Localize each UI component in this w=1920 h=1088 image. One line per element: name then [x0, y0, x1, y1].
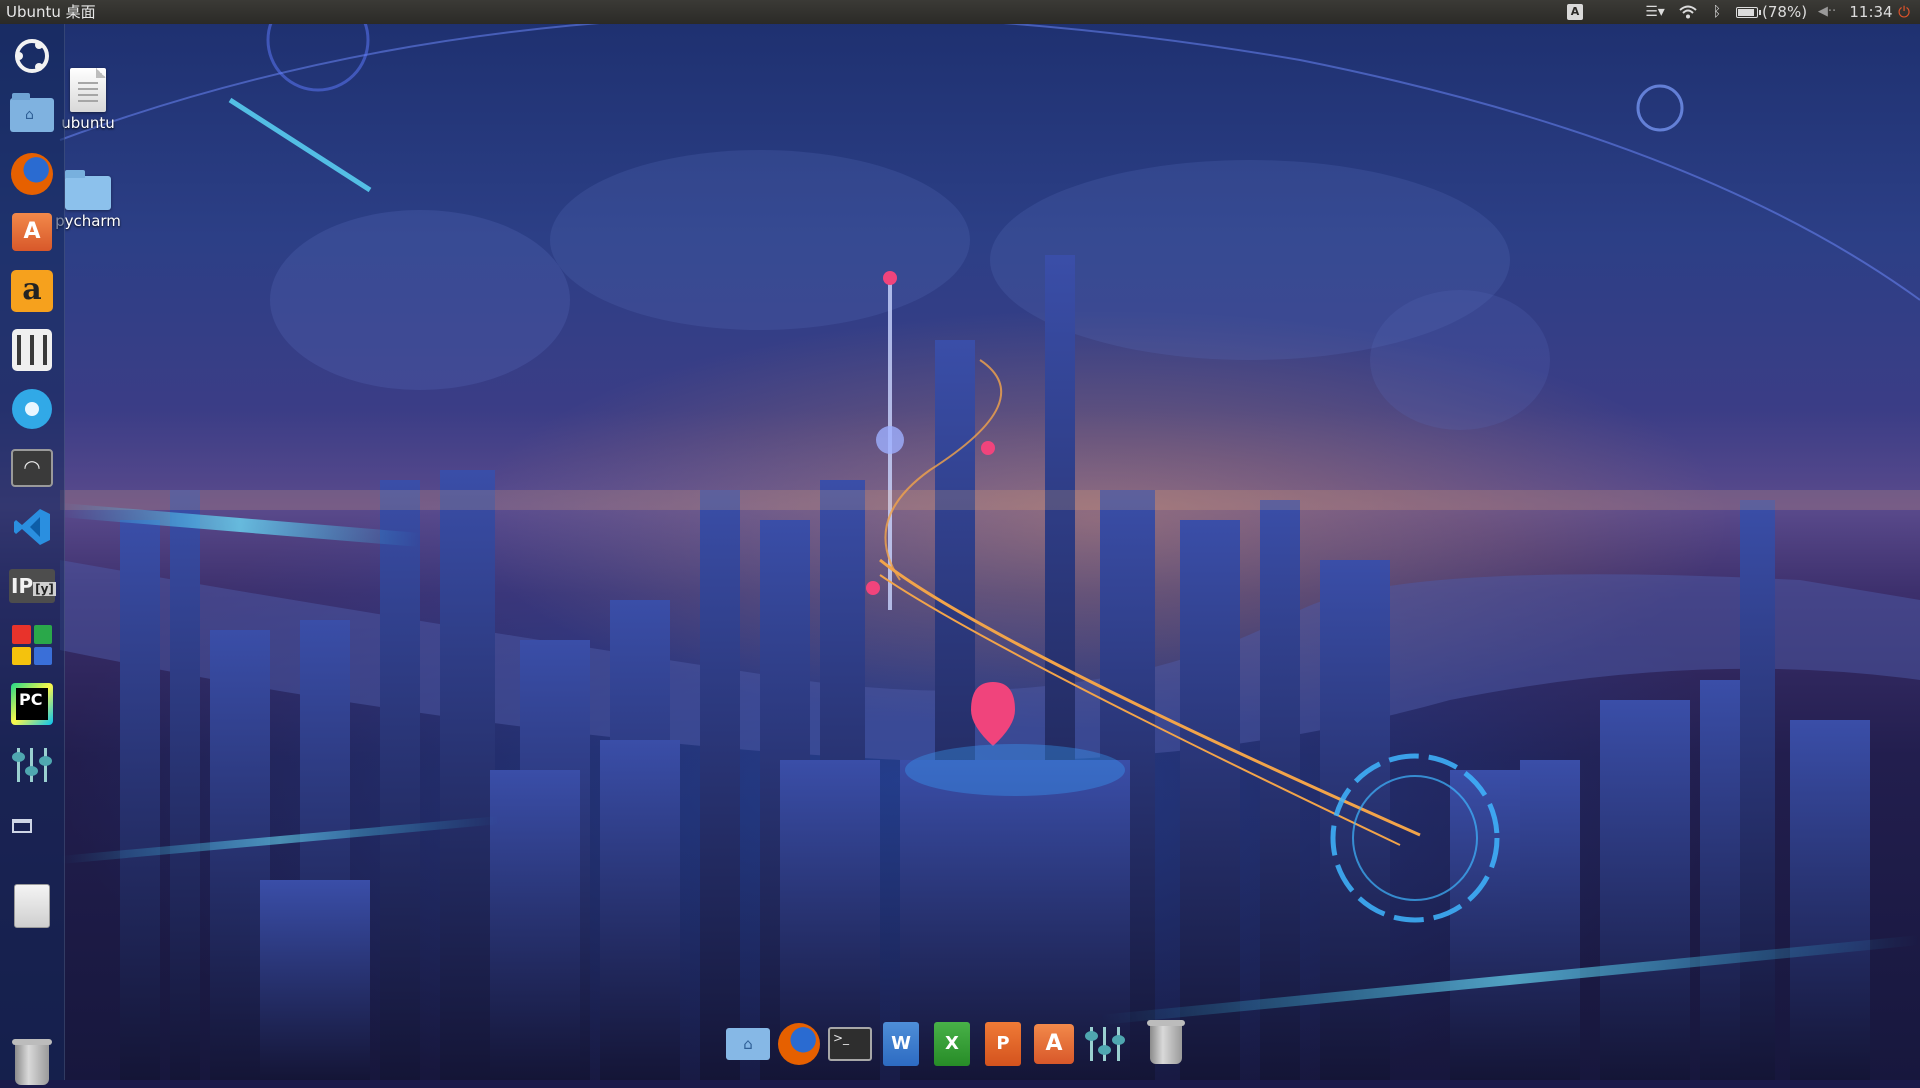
battery-icon	[1736, 6, 1761, 18]
home-folder-icon: ⌂	[10, 93, 54, 132]
dock-item-writer[interactable]: W	[879, 1022, 923, 1066]
ubuntu-logo-icon	[15, 39, 49, 73]
dock-item-terminal[interactable]: >_	[828, 1022, 872, 1066]
wifi-icon	[1679, 5, 1697, 19]
launcher-item-firefox[interactable]	[8, 150, 56, 198]
battery-fill	[1738, 8, 1754, 16]
clock-time: 11:34	[1849, 3, 1893, 21]
ipython-icon: IP [y]	[9, 569, 56, 603]
launcher-item-dash[interactable]	[8, 32, 56, 80]
launcher-item-ipython[interactable]: IP [y]	[8, 562, 56, 610]
mixer-icon	[12, 329, 52, 371]
equalizer-icon	[12, 745, 52, 785]
vscode-icon	[14, 509, 50, 545]
bluetooth-indicator[interactable]: ᛒ	[1708, 0, 1726, 24]
network-indicator[interactable]	[1677, 0, 1699, 24]
launcher-item-system-monitor[interactable]: ◠	[8, 444, 56, 492]
battery-indicator[interactable]: (78%)	[1736, 0, 1826, 24]
launcher-item-system-settings[interactable]	[8, 385, 56, 433]
launcher-item-drive[interactable]	[8, 882, 56, 930]
speaker-muted-icon: ◀··	[1817, 4, 1837, 19]
clock[interactable]: 11:34	[1847, 0, 1895, 24]
dock-item-impress[interactable]: P	[981, 1022, 1025, 1066]
launcher-item-sound-mixer[interactable]	[8, 326, 56, 374]
launcher-item-equalizer[interactable]	[8, 741, 56, 789]
power-icon: ⏻	[1898, 3, 1910, 21]
drive-icon	[14, 884, 50, 928]
equalizer-icon	[1085, 1024, 1125, 1064]
firefox-icon	[778, 1023, 820, 1065]
dock-item-home-folder[interactable]: ⌂	[726, 1022, 770, 1066]
messaging-menu[interactable]: ☰▾	[1644, 0, 1666, 24]
home-folder-icon: ⌂	[726, 1028, 770, 1060]
top-panel: Ubuntu 桌面 A ☰▾ ᛒ (78%) ◀·· 11:34 ⏻	[0, 0, 1920, 24]
amazon-icon: a	[11, 270, 53, 312]
shopping-bag-icon: A	[12, 213, 52, 251]
dock-item-firefox[interactable]	[777, 1022, 821, 1066]
dock-item-equalizer[interactable]	[1083, 1022, 1127, 1066]
desktop-wallpaper	[0, 0, 1920, 1080]
window-icon	[12, 819, 32, 833]
document-icon	[70, 68, 106, 112]
dock-item-ubuntu-software[interactable]: A	[1032, 1022, 1076, 1066]
menu-lines-icon: ☰▾	[1645, 4, 1665, 20]
dock: ⌂ >_ W X P A	[726, 1016, 1196, 1072]
launcher-item-trash[interactable]	[8, 1039, 56, 1088]
launcher-item-workspaces[interactable]	[8, 812, 36, 840]
pycharm-icon: PC	[11, 683, 53, 725]
writer-icon: W	[883, 1022, 919, 1066]
keyboard-indicator[interactable]: A	[1565, 0, 1585, 24]
impress-icon: P	[985, 1022, 1021, 1066]
wallpaper-art	[59, 0, 1920, 1080]
launcher-item-ubuntu-software[interactable]: A	[8, 208, 56, 256]
launcher: ⌂ A a ◠ IP [y] PC	[0, 24, 65, 1085]
bluetooth-icon: ᛒ	[1712, 4, 1722, 20]
gauge-icon: ◠	[11, 449, 53, 487]
keyboard-icon: A	[1567, 4, 1583, 20]
firefox-icon	[11, 153, 53, 195]
terminal-icon: >_	[828, 1027, 872, 1061]
trash-icon	[12, 1039, 52, 1085]
launcher-item-pycharm[interactable]: PC	[8, 680, 56, 728]
launcher-item-home-folder[interactable]: ⌂	[8, 91, 56, 139]
folder-icon	[65, 170, 111, 210]
launcher-item-vscode[interactable]	[8, 503, 56, 551]
mosaic-icon	[12, 625, 52, 665]
launcher-item-amazon[interactable]: a	[8, 267, 56, 315]
window-title: Ubuntu 桌面	[6, 3, 96, 21]
launcher-item-app-mosaic[interactable]	[8, 621, 56, 669]
trash-icon	[1147, 1020, 1185, 1064]
dock-item-calc[interactable]: X	[930, 1022, 974, 1066]
session-menu[interactable]: ⏻	[1893, 0, 1915, 24]
dock-item-trash[interactable]	[1144, 1020, 1188, 1066]
battery-percentage: (78%)	[1762, 3, 1808, 21]
shopping-bag-icon: A	[1034, 1024, 1074, 1064]
gear-icon	[12, 389, 52, 429]
volume-indicator[interactable]: ◀··	[1815, 0, 1839, 24]
calc-icon: X	[934, 1022, 970, 1066]
